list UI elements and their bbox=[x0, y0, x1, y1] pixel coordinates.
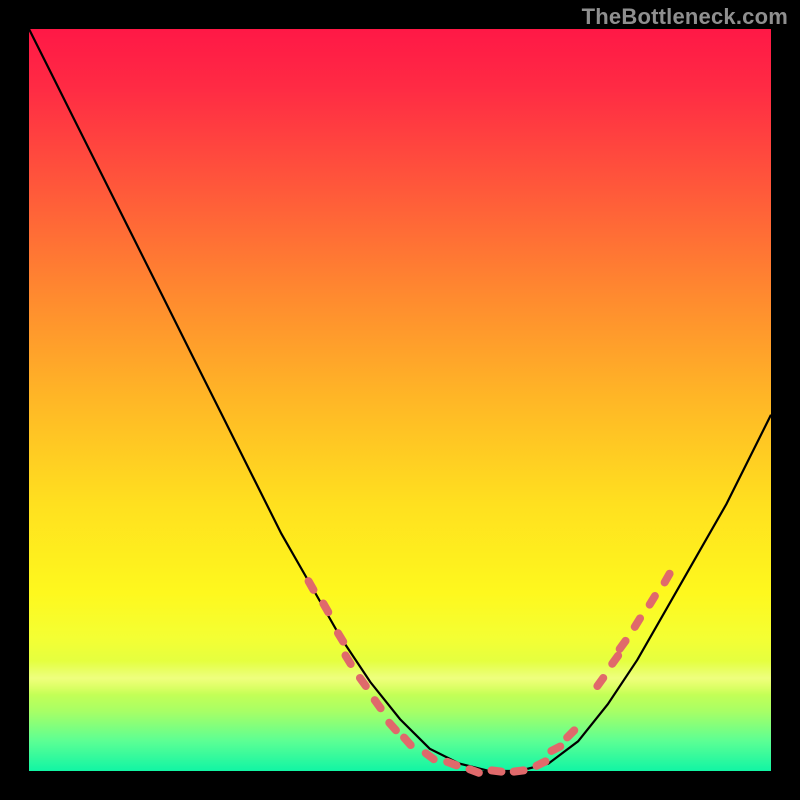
curve-marker bbox=[607, 650, 624, 669]
chart-frame: TheBottleneck.com bbox=[0, 0, 800, 800]
curve-marker bbox=[487, 766, 506, 776]
curve-marker bbox=[354, 672, 371, 691]
curve-marker bbox=[318, 598, 334, 618]
bottleneck-curve bbox=[29, 29, 771, 771]
curve-marker bbox=[659, 568, 675, 588]
curve-marker bbox=[509, 766, 528, 776]
curve-marker bbox=[531, 756, 551, 771]
curve-marker bbox=[644, 591, 660, 611]
curve-marker bbox=[420, 748, 439, 765]
curve-marker bbox=[464, 764, 484, 778]
curve-marker bbox=[303, 576, 319, 596]
curve-marker bbox=[398, 732, 416, 751]
curve-layer bbox=[29, 29, 771, 771]
watermark-text: TheBottleneck.com bbox=[582, 4, 788, 30]
curve-markers bbox=[303, 568, 675, 778]
curve-marker bbox=[629, 613, 645, 633]
curve-marker bbox=[592, 672, 609, 691]
plot-area bbox=[29, 29, 771, 771]
curve-marker bbox=[562, 725, 580, 743]
curve-marker bbox=[340, 650, 356, 670]
curve-marker bbox=[384, 717, 402, 736]
curve-marker bbox=[614, 635, 631, 654]
